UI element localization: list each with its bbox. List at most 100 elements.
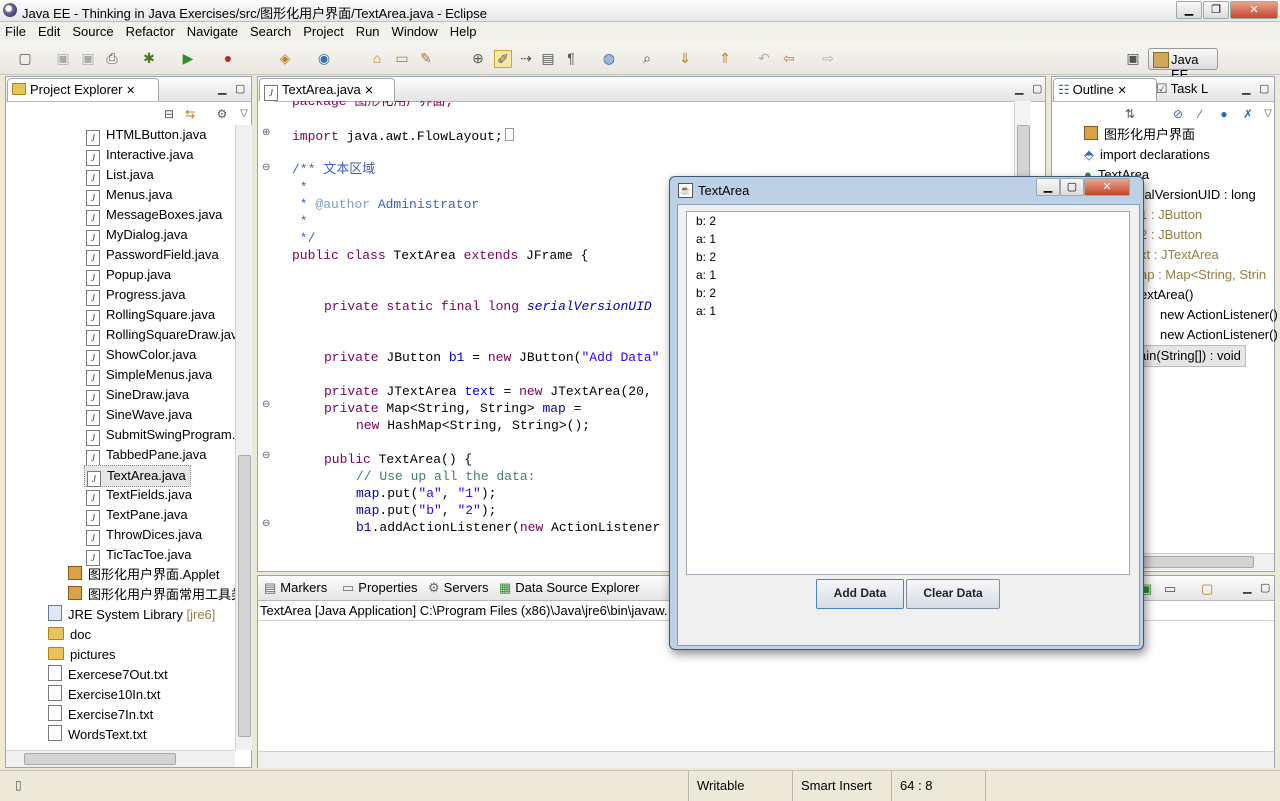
dialog-title-bar[interactable]: ☕ TextArea ▁ ▢ ✕ [670,177,1143,203]
scroll-thumb[interactable] [238,455,251,737]
fold-minus-icon[interactable]: ⊖ [262,162,270,173]
tree-folder[interactable]: pictures [48,645,116,665]
tree-file[interactable]: Exercise10In.txt [48,685,161,705]
tree-file[interactable]: J Popup.java [86,265,171,286]
open-perspective-icon[interactable]: ▣ [1125,50,1141,66]
search-icon[interactable]: ⌕ [639,50,655,66]
mark-occurrences-icon[interactable]: ✐ [494,50,512,68]
menu-window[interactable]: Window [386,22,444,41]
menu-navigate[interactable]: Navigate [181,22,244,41]
tree-package[interactable]: 图形化用户界面.Applet [68,565,219,585]
tree-file[interactable]: J TextPane.java [86,505,188,526]
minimize-view-icon[interactable]: ▁ [1242,82,1250,95]
tree-file[interactable]: J MyDialog.java [86,225,188,246]
menu-refactor[interactable]: Refactor [120,22,181,41]
maximize-view-icon[interactable]: ▢ [1032,82,1042,95]
tree-file[interactable]: J ThrowDices.java [86,525,202,546]
menu-help[interactable]: Help [444,22,483,41]
show-whitespace-icon[interactable]: ▤ [540,50,556,66]
save-icon[interactable]: ▣ [55,50,71,66]
output-textarea[interactable]: b: 2 a: 1 b: 2 a: 1 b: 2 a: 1 [686,211,1130,575]
tree-file[interactable]: J RollingSquareDraw.java [86,325,236,346]
tree-file[interactable]: J Menus.java [86,185,172,206]
menu-project[interactable]: Project [297,22,349,41]
outline-item[interactable]: ap : Map<String, Strin [1140,265,1266,285]
outline-item[interactable]: extArea() [1140,285,1193,305]
globe-icon[interactable]: ◍ [601,50,617,66]
maximize-view-icon[interactable]: ▢ [1259,82,1269,95]
tree-file[interactable]: J SimpleMenus.java [86,365,212,386]
debug-icon[interactable]: ✱ [141,50,157,66]
tree-folder[interactable]: doc [48,625,91,645]
outline-item[interactable]: new ActionListener() [1160,325,1278,345]
hide-local-types-icon[interactable]: ✗ [1240,106,1256,122]
tree-file[interactable]: J PasswordField.java [86,245,219,266]
restore-button[interactable]: ❐ [1203,1,1229,19]
tree-file[interactable]: J TabbedPane.java [86,445,206,466]
tree-file[interactable]: WordsText.txt [48,725,147,745]
fold-minus-icon[interactable]: ⊖ [262,399,270,410]
close-icon[interactable]: ✕ [364,85,373,97]
menu-source[interactable]: Source [66,22,119,41]
open-folder-icon[interactable]: ▭ [394,50,410,66]
tree-file[interactable]: J SineDraw.java [86,385,189,406]
view-menu-icon[interactable]: ⚙ [214,106,230,122]
menu-edit[interactable]: Edit [32,22,66,41]
search-tool-icon[interactable]: ✎ [418,50,434,66]
print-icon[interactable]: ⎙ [104,50,120,66]
tab-markers[interactable]: ▤ Markers [264,577,327,599]
tree-file[interactable]: J MessageBoxes.java [86,205,222,226]
tree-file[interactable]: J RollingSquare.java [86,305,215,326]
chevron-down-icon[interactable]: ▽ [1260,106,1276,122]
new-class-icon[interactable]: ◉ [316,50,332,66]
new-icon[interactable]: ▢ [17,50,33,66]
menu-search[interactable]: Search [244,22,297,41]
tree-file[interactable]: J ShowColor.java [86,345,196,366]
block-selection-icon[interactable]: ⇢ [518,50,534,66]
tree-file[interactable]: J TextFields.java [86,485,192,506]
fold-plus-icon[interactable]: ⊕ [262,127,270,138]
menu-file[interactable]: File [0,22,32,41]
tree-package[interactable]: 图形化用户界面常用工具类 [68,585,236,605]
perspective-java-ee[interactable]: Java EE [1148,48,1218,82]
maximize-view-icon[interactable]: ▢ [1260,581,1270,594]
tree-file[interactable]: J Interactive.java [86,145,193,166]
chevron-down-icon[interactable]: ▽ [236,106,252,122]
back-icon[interactable]: ⇦ [781,50,797,66]
menu-run[interactable]: Run [350,22,386,41]
previous-annotation-icon[interactable]: ⇑ [717,50,733,66]
fold-minus-icon[interactable]: ⊖ [262,518,270,529]
tab-textarea-java[interactable]: J TextArea.java ✕ [259,78,395,101]
tab-outline[interactable]: ☷ Outline ✕ [1053,78,1157,101]
collapse-all-icon[interactable]: ⊟ [161,106,177,122]
minimize-view-icon[interactable]: ▁ [1015,82,1023,95]
minimize-button[interactable]: ▁ [1176,1,1202,19]
outline-item[interactable]: 2 : JButton [1140,225,1202,245]
outline-item[interactable]: erialVersionUID : long [1130,185,1256,205]
pilcrow-icon[interactable]: ¶ [563,50,579,66]
tree-file[interactable]: J List.java [86,165,154,186]
project-explorer-vscrollbar[interactable] [235,125,252,750]
maximize-view-icon[interactable]: ▢ [235,82,245,95]
tree-jre-library[interactable]: JRE System Library [jre6] [48,605,215,625]
outline-item[interactable]: 1 : JButton [1140,205,1202,225]
next-annotation-icon[interactable]: ⇓ [677,50,693,66]
tree-file[interactable]: Exercese7Out.txt [48,665,168,685]
close-button[interactable]: ✕ [1230,1,1278,19]
tree-file[interactable]: J Progress.java [86,285,185,306]
sort-icon[interactable]: ⇅ [1122,106,1138,122]
tree-file[interactable]: JSubmitSwingProgram.java [86,425,236,446]
add-data-button[interactable]: Add Data [816,579,904,609]
hide-static-icon[interactable]: ∕ [1192,106,1208,122]
external-tools-icon[interactable]: ● [220,50,236,66]
open-console-icon[interactable]: ▢ [1201,581,1213,597]
hide-fields-icon[interactable]: ⊘ [1170,106,1186,122]
dialog-maximize-button[interactable]: ▢ [1060,178,1084,196]
outline-item[interactable]: xt : JTextArea [1140,245,1219,265]
toggle-breadcrumb-icon[interactable]: ⊕ [470,50,486,66]
tree-file[interactable]: J TicTacToe.java [86,545,192,566]
save-all-icon[interactable]: ▣ [80,50,96,66]
hide-nonpublic-icon[interactable]: ● [1216,106,1232,122]
console-hscrollbar[interactable] [258,751,1274,768]
run-icon[interactable]: ▶ [180,50,196,66]
